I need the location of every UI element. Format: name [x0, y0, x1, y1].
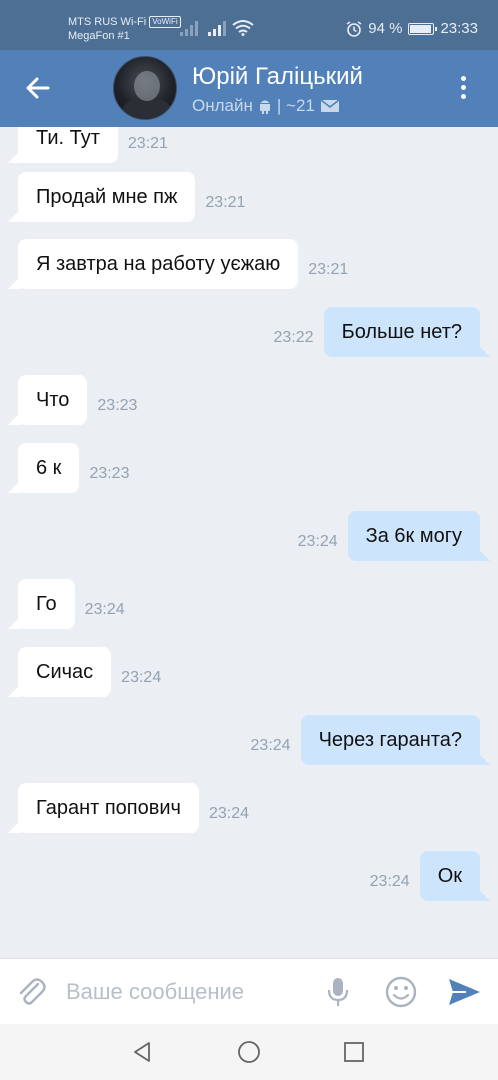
message-time: 23:23	[97, 397, 138, 414]
system-nav-bar	[0, 1024, 498, 1080]
nav-recent-icon[interactable]	[343, 1041, 365, 1063]
message-list[interactable]: Ти. Тут 23:21 Продай мне пж 23:21 Я завтра н…	[0, 127, 498, 955]
status-bar: MTS RUS Wi-Fi VoWiFi MegaFon #1 94 % 23:…	[0, 0, 498, 50]
attach-icon[interactable]	[14, 975, 48, 1009]
message-time: 23:24	[297, 533, 338, 550]
message-text[interactable]: 6 к	[7, 443, 80, 493]
message-time: 23:23	[89, 465, 130, 482]
outgoing-message[interactable]: Больше нет? 23:22	[264, 307, 491, 357]
vowifi-badge: VoWiFi	[149, 16, 181, 28]
online-label: Онлайн	[192, 96, 253, 115]
microphone-icon[interactable]	[324, 975, 352, 1009]
message-time: 23:21	[205, 194, 246, 211]
message-text[interactable]: За 6к могу	[347, 511, 491, 561]
wifi-icon	[232, 20, 254, 36]
nav-home-icon[interactable]	[237, 1040, 261, 1064]
incoming-message[interactable]: 6 к 23:23	[7, 443, 139, 493]
message-text[interactable]: Через гаранта?	[300, 715, 491, 765]
message-time: 23:21	[127, 135, 168, 152]
send-icon[interactable]	[446, 975, 482, 1009]
message-text[interactable]: Ти. Тут	[8, 127, 118, 163]
message-time: 23:24	[121, 669, 162, 686]
android-icon	[259, 100, 270, 114]
status-right: 94 % 23:33	[346, 20, 478, 37]
battery-icon	[408, 22, 438, 35]
message-text[interactable]: Гарант попович	[8, 783, 199, 833]
incoming-message[interactable]: Сичас 23:24	[7, 647, 171, 697]
contact-name[interactable]: Юрій Галіцький	[192, 63, 363, 91]
message-input[interactable]: Ваше сообщение	[66, 979, 244, 1005]
battery-percent: 94 %	[368, 20, 403, 37]
message-time: 23:24	[369, 873, 410, 890]
clock: 23:33	[440, 20, 478, 37]
message-text[interactable]: Больше нет?	[323, 307, 491, 357]
nav-back-icon[interactable]	[130, 1040, 154, 1064]
carrier2-label: MegaFon #1	[68, 30, 130, 42]
chat-header: Юрій Галіцький Онлайн | ~21	[0, 50, 498, 127]
message-time: 23:24	[250, 737, 291, 754]
emoji-icon[interactable]	[384, 975, 418, 1009]
incoming-message[interactable]: Продай мне пж 23:21	[7, 172, 255, 222]
carrier1-label: MTS RUS Wi-Fi	[68, 16, 147, 28]
message-text[interactable]: Что	[7, 375, 88, 425]
signal-icon	[180, 21, 198, 36]
back-arrow-icon[interactable]	[20, 70, 56, 106]
message-text[interactable]: Продай мне пж	[7, 172, 196, 222]
incoming-message[interactable]: Я завтра на работу уєжаю 23:21	[7, 239, 358, 289]
incoming-message[interactable]: Гарант попович 23:24	[8, 783, 259, 833]
avatar[interactable]	[113, 56, 177, 120]
carrier-info: MTS RUS Wi-Fi VoWiFi MegaFon #1	[68, 15, 181, 43]
incoming-message[interactable]: Го 23:24	[8, 579, 135, 629]
outgoing-message[interactable]: Ок 23:24	[360, 851, 491, 901]
message-text[interactable]: Го	[8, 579, 75, 629]
age-label: | ~21	[276, 96, 315, 115]
message-text[interactable]: Сичас	[7, 647, 112, 697]
message-time: 23:24	[84, 601, 125, 618]
message-text[interactable]: Я завтра на работу уєжаю	[7, 239, 299, 289]
message-time: 23:24	[208, 805, 250, 822]
outgoing-message[interactable]: Через гаранта? 23:24	[241, 715, 491, 765]
message-time: 23:21	[308, 261, 349, 278]
message-time: 23:22	[273, 329, 314, 346]
presence-status: Онлайн | ~21	[192, 96, 340, 116]
incoming-message[interactable]: Ти. Тут 23:21	[8, 127, 178, 163]
mail-icon	[320, 99, 340, 112]
alarm-icon	[346, 20, 362, 37]
composer: Ваше сообщение	[0, 958, 498, 1024]
outgoing-message[interactable]: За 6к могу 23:24	[288, 511, 491, 561]
more-vertical-icon[interactable]	[458, 76, 468, 102]
message-text[interactable]: Ок	[419, 851, 491, 901]
signal-icon	[208, 21, 226, 36]
incoming-message[interactable]: Что 23:23	[7, 375, 147, 425]
